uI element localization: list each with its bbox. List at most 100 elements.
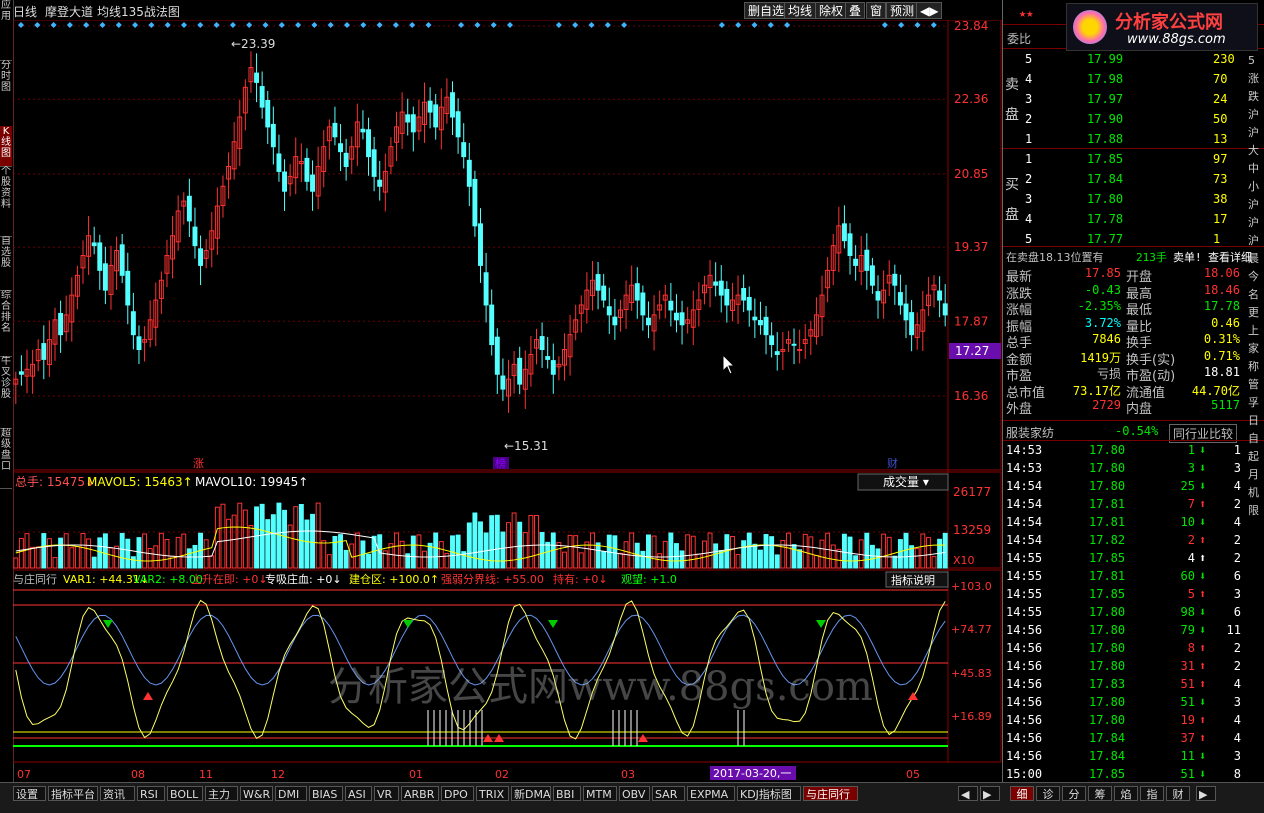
chart-area[interactable]: 23.84 22.36 20.85 19.37 17.87 16.36 17.27 ←23.3… [13,20,1002,782]
indicator-help-label[interactable]: 指标说明 [891,573,935,587]
toolbar-button-6[interactable]: ◀▶ [916,2,943,19]
tick-count: 2 [1233,659,1241,673]
indicator-tab-13[interactable]: TRIX [476,786,509,801]
volume-bar [472,512,478,569]
volume-selector-label[interactable]: 成交量 ▾ [883,474,929,489]
candle [349,136,355,175]
candle [242,79,248,131]
sidebar-item-4[interactable]: 自选股 [0,236,12,291]
event-marker-0[interactable]: 涨 [193,457,204,470]
volume-bar [774,554,780,569]
toolbar-button-3[interactable]: 叠 [845,2,866,19]
sidebar-item-0[interactable]: 应用 [0,0,12,61]
indicator-tab-12[interactable]: DPO [441,786,474,801]
indicator-tab-17[interactable]: OBV [619,786,650,801]
volume-bar [528,515,534,569]
volume-bar [242,509,248,569]
divider [1003,440,1264,441]
candle [937,276,943,318]
collapse-icon[interactable]: ▶ [1196,786,1216,801]
volume-bar [209,555,215,569]
indicator-tab-21[interactable]: 与庄同行 [803,786,858,801]
right-panel-tab-4[interactable]: 焰 [1114,786,1138,801]
indicator-tab-0[interactable]: 设置 [13,786,46,801]
indicator-tab-6[interactable]: W&R [240,786,273,801]
buy-level: 2 [1025,172,1033,186]
toolbar-button-5[interactable]: 预测 [886,2,919,19]
volume-legend-2: MAVOL10: 19945↑ [195,475,308,489]
candle [248,51,254,93]
candle [438,88,444,150]
indicator-tab-18[interactable]: SAR [652,786,685,801]
sidebar-item-2[interactable]: K线图 [0,126,12,167]
sidebar-item-3[interactable]: 个股资料 [0,166,12,237]
volume-bar [86,538,92,569]
right-panel-tab-3[interactable]: 筹 [1088,786,1112,801]
indicator-tab-20[interactable]: KDJ指标图 [737,786,801,801]
tick-time: 14:56 [1006,641,1043,655]
tick-time: 14:55 [1006,551,1043,565]
right-edge-list: 5 涨 跌 沪 沪 大 中 小 沪 沪 沪 晨 今 名 更 上 家 称 管 孚 … [1248,54,1259,517]
signal-diamond [767,22,774,28]
indicator-tab-19[interactable]: EXPMA [687,786,735,801]
right-panel-tab-6[interactable]: 财 [1166,786,1190,801]
indicator-tab-7[interactable]: DMI [275,786,307,801]
right-panel-tab-2[interactable]: 分 [1062,786,1086,801]
volume-bar [416,534,422,569]
indicator-tab-3[interactable]: RSI [137,786,165,801]
candle [612,298,618,340]
toolbar-button-1[interactable]: 均线 [784,2,817,19]
indicator-tab-1[interactable]: 指标平台 [48,786,98,801]
quote-value: -2.35% [1077,299,1121,313]
indicator-tab-15[interactable]: BBI [553,786,581,801]
indicator-tab-14[interactable]: 新DMA [511,786,551,801]
candle [293,137,299,195]
right-panel-tab-1[interactable]: 诊 [1036,786,1060,801]
tab-nav-left-icon[interactable]: ◀ [958,786,978,801]
indicator-tab-4[interactable]: BOLL [167,786,203,801]
indicator-tab-16[interactable]: MTM [583,786,617,801]
sidebar-item-6[interactable]: 牛叉诊股 [0,356,12,429]
period-label[interactable]: 日线 [13,3,37,20]
candle [511,351,517,394]
right-panel-tab-0[interactable]: 细 [1010,786,1034,801]
right-panel-tab-5[interactable]: 指 [1140,786,1164,801]
toolbar-button-2[interactable]: 除权 [815,2,848,19]
arrow-up-icon: ⬆ [1199,641,1207,655]
sell-signal-triangle [403,620,413,628]
volume-bar [13,557,19,569]
indicator-tab-5[interactable]: 主力 [205,786,238,801]
signal-diamond [474,22,481,28]
candle [808,320,814,355]
view-detail-link[interactable]: 查看详细 [1208,249,1252,265]
arrow-up-icon: ⬆ [1199,659,1207,673]
tab-nav-right-icon[interactable]: ▶ [980,786,1000,801]
event-marker-2[interactable]: 财 [887,456,898,470]
indicator-tab-2[interactable]: 资讯 [100,786,135,801]
x-axis-label: 12 [271,768,285,781]
indicator-tab-8[interactable]: BIAS [309,786,343,801]
indicator-tab-11[interactable]: ARBR [401,786,439,801]
candle [136,325,142,365]
indicator-tab-9[interactable]: ASI [345,786,372,801]
toolbar-button-4[interactable]: 窗 [866,2,887,19]
signal-diamond [409,22,416,28]
candle [746,286,752,327]
tick-time: 14:56 [1006,677,1043,691]
candle [114,236,120,290]
sidebar-item-5[interactable]: 综合排名 [0,290,12,357]
sidebar-item-1[interactable]: 分时图 [0,60,12,127]
candle [455,98,461,154]
volume-bar [545,541,551,569]
signal-diamond [66,22,73,28]
tick-volume: 25 [1180,479,1195,493]
candle [186,178,192,238]
event-marker-1[interactable]: 榜 [495,456,506,470]
volume-bar [74,546,80,569]
indicator-tab-10[interactable]: VR [374,786,399,801]
volume-bar [881,533,887,569]
logo-text: 分析家公式网 [1115,12,1223,33]
sidebar-item-7[interactable]: 超级盘口 [0,428,12,489]
toolbar-button-0[interactable]: 删自选 [744,2,789,19]
volume-bar [707,532,713,569]
